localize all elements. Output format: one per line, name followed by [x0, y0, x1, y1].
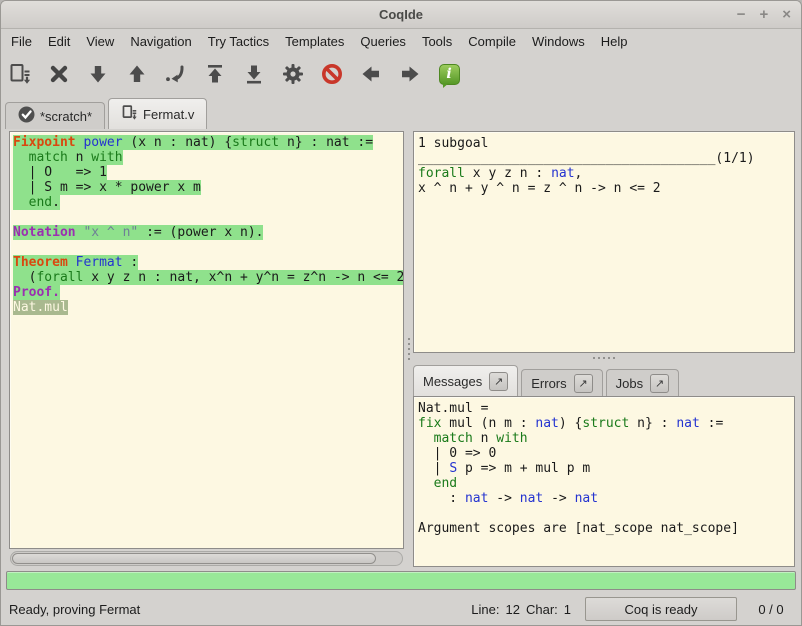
menu-bar: File Edit View Navigation Try Tactics Te…: [1, 29, 801, 53]
tab-label: Messages: [423, 374, 482, 389]
menu-view[interactable]: View: [78, 31, 122, 52]
coqide-window: CoqIde − + × File Edit View Navigation T…: [0, 0, 802, 626]
menu-edit[interactable]: Edit: [40, 31, 78, 52]
interrupt-coq-button[interactable]: [319, 61, 345, 87]
next-occurrence-button[interactable]: [397, 61, 423, 87]
make-gear-button[interactable]: [280, 61, 306, 87]
go-to-end-button[interactable]: [241, 61, 267, 87]
tab-scratch[interactable]: *scratch*: [5, 102, 105, 129]
menu-file[interactable]: File: [3, 31, 40, 52]
horizontal-splitter[interactable]: [413, 353, 795, 363]
restart-coq-button[interactable]: [202, 61, 228, 87]
vertical-splitter[interactable]: [404, 131, 413, 567]
workers-counter: 0 / 0: [751, 602, 791, 617]
messages-panel[interactable]: Nat.mul =fix mul (n m : nat) {struct n} …: [413, 396, 795, 567]
tab-jobs[interactable]: Jobs ↗: [606, 369, 679, 396]
char-label: Char:: [526, 602, 558, 617]
goals-panel[interactable]: 1 subgoal_______________________________…: [413, 131, 795, 353]
document-tab-bar: *scratch* Fermat.v: [1, 95, 801, 129]
detach-icon[interactable]: ↗: [489, 372, 508, 391]
menu-queries[interactable]: Queries: [352, 31, 414, 52]
progress-area: [1, 569, 801, 593]
script-editor[interactable]: Fixpoint power (x n : nat) {struct n} : …: [9, 131, 404, 549]
document-save-icon: [121, 104, 138, 124]
line-label: Line:: [471, 602, 499, 617]
go-to-cursor-button[interactable]: [163, 61, 189, 87]
scrollbar-thumb[interactable]: [12, 553, 376, 564]
message-tab-bar: Messages ↗ Errors ↗ Jobs ↗: [413, 363, 795, 396]
progress-bar: [6, 571, 796, 590]
title-bar[interactable]: CoqIde − + ×: [1, 1, 801, 29]
status-message: Ready, proving Fermat: [9, 602, 471, 617]
detach-icon[interactable]: ↗: [650, 374, 669, 393]
coq-status-indicator: Coq is ready: [585, 597, 737, 621]
window-title: CoqIde: [1, 7, 801, 22]
menu-help[interactable]: Help: [593, 31, 636, 52]
toolbar: i: [1, 53, 801, 95]
tab-label: Jobs: [616, 376, 643, 391]
previous-occurrence-button[interactable]: [358, 61, 384, 87]
menu-windows[interactable]: Windows: [524, 31, 593, 52]
about-button[interactable]: i: [436, 61, 462, 87]
editor-horizontal-scrollbar[interactable]: [10, 551, 403, 566]
close-button[interactable]: ×: [782, 6, 791, 24]
save-button[interactable]: [7, 61, 33, 87]
tab-label: *scratch*: [40, 109, 92, 124]
char-value: 1: [564, 602, 571, 617]
maximize-button[interactable]: +: [759, 6, 768, 24]
tab-label: Fermat.v: [143, 107, 194, 122]
menu-navigation[interactable]: Navigation: [122, 31, 199, 52]
detach-icon[interactable]: ↗: [574, 374, 593, 393]
minimize-button[interactable]: −: [737, 6, 746, 24]
main-area: Fixpoint power (x n : nat) {struct n} : …: [1, 129, 801, 569]
tab-messages[interactable]: Messages ↗: [413, 365, 518, 396]
menu-try-tactics[interactable]: Try Tactics: [200, 31, 277, 52]
check-circle-icon: [18, 106, 35, 126]
status-bar: Ready, proving Fermat Line: 12 Char: 1 C…: [1, 593, 801, 625]
tab-label: Errors: [531, 376, 566, 391]
info-icon: i: [439, 64, 460, 85]
menu-templates[interactable]: Templates: [277, 31, 352, 52]
forward-one-command-button[interactable]: [85, 61, 111, 87]
backward-one-command-button[interactable]: [124, 61, 150, 87]
tab-errors[interactable]: Errors ↗: [521, 369, 602, 396]
close-buffer-button[interactable]: [46, 61, 72, 87]
menu-compile[interactable]: Compile: [460, 31, 524, 52]
line-value: 12: [506, 602, 520, 617]
tab-fermat[interactable]: Fermat.v: [108, 98, 207, 129]
menu-tools[interactable]: Tools: [414, 31, 460, 52]
